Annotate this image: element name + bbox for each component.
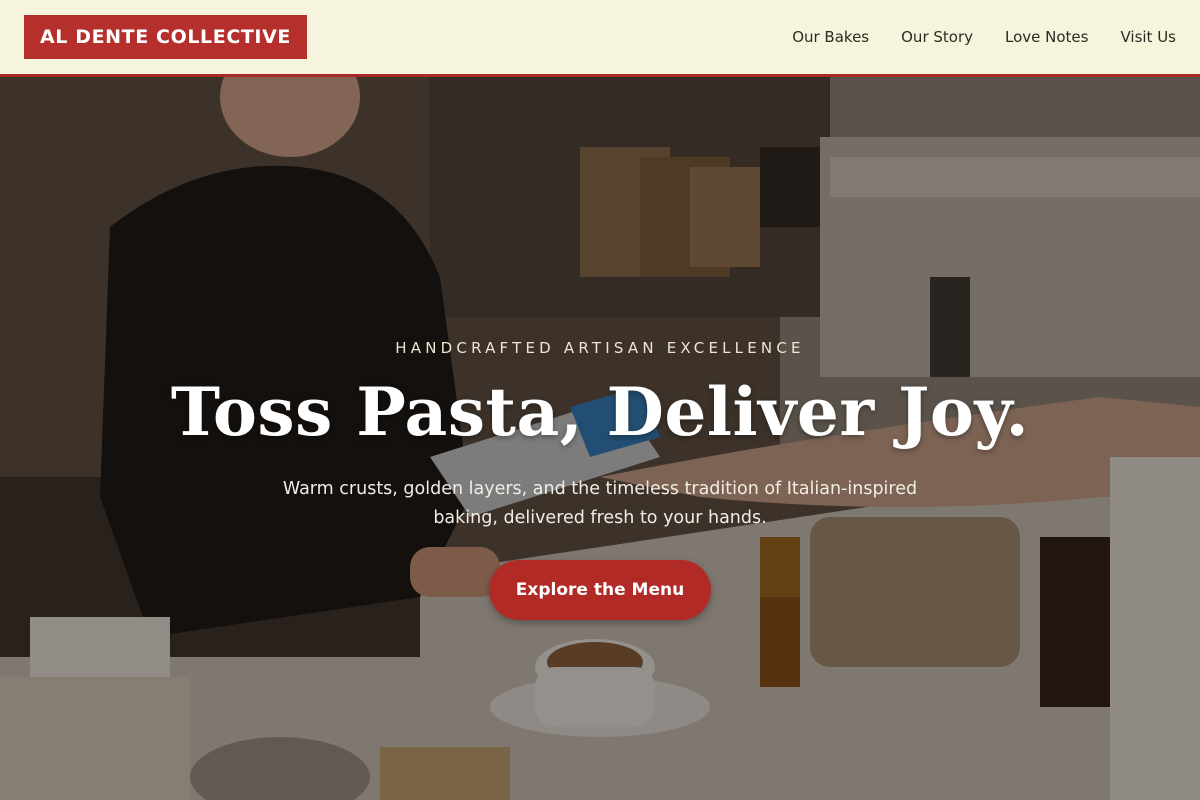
site-header: AL DENTE COLLECTIVE Our Bakes Our Story … (0, 0, 1200, 77)
hero-subtext: Warm crusts, golden layers, and the time… (282, 479, 918, 528)
nav-item-our-story[interactable]: Our Story (901, 28, 973, 46)
hero-headline: Toss Pasta, Deliver Joy. (170, 373, 1030, 451)
brand-logo[interactable]: AL DENTE COLLECTIVE (24, 15, 307, 59)
explore-menu-button[interactable]: Explore the Menu (489, 560, 711, 620)
hero-section: HANDCRAFTED ARTISAN EXCELLENCE Toss Past… (0, 77, 1200, 800)
hero-content: HANDCRAFTED ARTISAN EXCELLENCE Toss Past… (0, 77, 1200, 800)
nav-item-our-bakes[interactable]: Our Bakes (792, 28, 869, 46)
hero-eyebrow: HANDCRAFTED ARTISAN EXCELLENCE (395, 339, 805, 357)
main-nav: Our Bakes Our Story Love Notes Visit Us (792, 28, 1176, 46)
nav-item-visit-us[interactable]: Visit Us (1120, 28, 1176, 46)
nav-item-love-notes[interactable]: Love Notes (1005, 28, 1088, 46)
